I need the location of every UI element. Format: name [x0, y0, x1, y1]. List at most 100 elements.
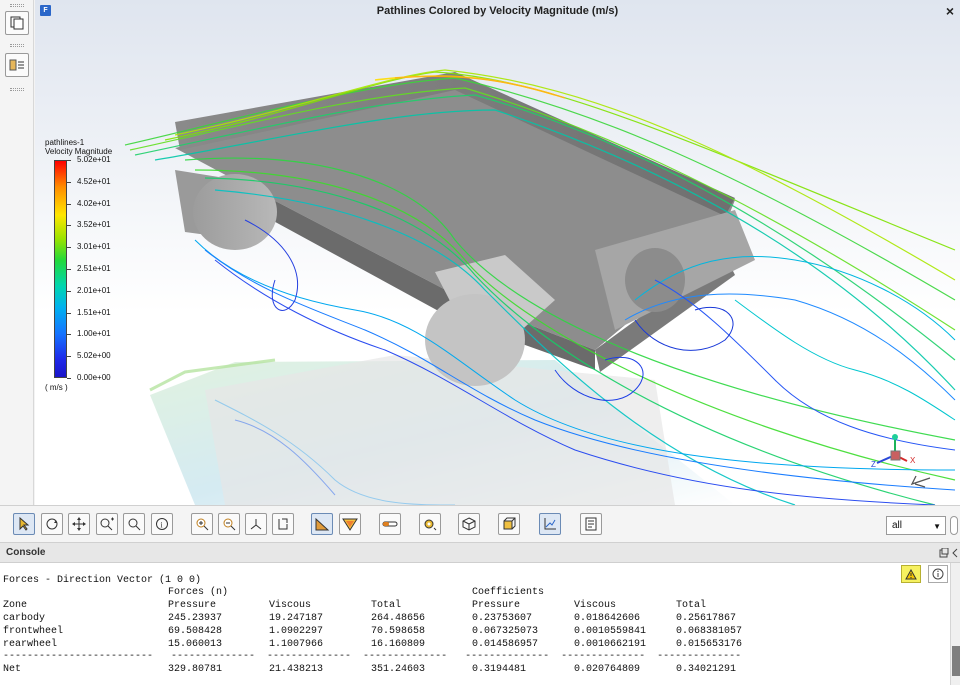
zoom-window-icon: [128, 518, 141, 531]
column-header-cell: Pressure: [168, 600, 217, 611]
legend-tick-mark: [67, 312, 71, 314]
warning-icon: [905, 568, 917, 579]
fit-zoom-in-icon: [196, 518, 209, 531]
coefficients-group-header: Coefficients: [472, 587, 545, 598]
zoom-out-button[interactable]: [218, 513, 240, 535]
view-select[interactable]: all ▼: [886, 516, 946, 535]
net-row-cell: 21.438213: [269, 664, 324, 675]
table-row-cell: 1.0902297: [269, 626, 324, 637]
box-view-icon: [462, 517, 476, 531]
console-output[interactable]: Forces - Direction Vector (1 0 0) Forces…: [0, 563, 950, 685]
undock-icon[interactable]: [939, 548, 949, 558]
legend-tick-label: 5.02e+01: [77, 155, 111, 164]
zoom-in-out-icon: [100, 517, 114, 531]
close-icon[interactable]: ×: [946, 3, 954, 19]
collapse-icon[interactable]: [951, 548, 959, 558]
probe-button[interactable]: i: [151, 513, 173, 535]
legend-tick-label: 2.51e+01: [77, 264, 111, 273]
table-row-cell: 16.160809: [371, 639, 426, 650]
table-row-cell: 69.508428: [168, 626, 223, 637]
axis-triad-icon: Z X: [871, 434, 916, 469]
table-row-cell: 70.598658: [371, 626, 426, 637]
mesh-display-icon: [315, 517, 330, 531]
warning-button[interactable]: [901, 565, 921, 583]
fit-zoom-button[interactable]: [191, 513, 213, 535]
strip-grip-3[interactable]: [10, 88, 24, 91]
orientation-icon: [278, 518, 288, 530]
window-title: Pathlines Colored by Velocity Magnitude …: [376, 5, 619, 17]
report-button[interactable]: [580, 513, 602, 535]
net-row-cell: Net: [3, 664, 22, 675]
legend-tick-label: 1.00e+01: [77, 329, 111, 339]
copy-window-button[interactable]: [5, 11, 29, 35]
column-header-cell: Total: [371, 600, 402, 611]
axes-view-button[interactable]: [245, 513, 267, 535]
cube-view-icon: [503, 517, 516, 530]
console-scroll-thumb[interactable]: [952, 646, 960, 676]
legend-tick-mark: [67, 334, 71, 336]
legend-tick-mark: [67, 247, 71, 249]
svg-text:X: X: [910, 456, 916, 465]
legend-tick-label: 5.02e+00: [77, 351, 111, 361]
table-row-cell: 0.068381057: [676, 626, 743, 637]
table-row-cell: rearwheel: [3, 639, 58, 650]
table-row-cell: 0.015653176: [676, 639, 743, 650]
column-header-cell: Zone: [3, 600, 28, 611]
rotate-button[interactable]: [41, 513, 63, 535]
layout-button[interactable]: [5, 53, 29, 77]
table-row-cell: 0.018642606: [574, 613, 641, 624]
console-heading: Forces - Direction Vector (1 0 0): [3, 575, 202, 586]
net-row-cell: 0.34021291: [676, 664, 737, 675]
legend-tick-label: 4.02e+01: [77, 198, 111, 208]
net-row-cell: 0.3194481: [472, 664, 527, 675]
table-row-cell: 0.23753607: [472, 613, 533, 624]
legend-tick-mark: [67, 160, 71, 161]
table-row-cell: frontwheel: [3, 626, 64, 637]
column-header-cell: Total: [676, 600, 707, 611]
orientation-button[interactable]: [272, 513, 294, 535]
table-row-cell: 0.067325073: [472, 626, 539, 637]
console-separator: ------------------------- --------------…: [3, 651, 742, 662]
strip-grip-2[interactable]: [10, 44, 24, 47]
zoom-out-icon: [223, 518, 236, 531]
select-button[interactable]: [13, 513, 35, 535]
toolbar-scroll-handle[interactable]: [950, 516, 958, 535]
zoom-window-button[interactable]: [123, 513, 145, 535]
zoom-in-out-button[interactable]: [96, 513, 118, 535]
legend-tick-label: 3.52e+01: [77, 220, 111, 230]
view-select-value: all: [892, 520, 903, 531]
svg-text:Z: Z: [871, 460, 876, 469]
settings-gear-icon: [424, 519, 437, 531]
legend-tick-label: 4.52e+01: [77, 176, 111, 186]
pan-icon: [72, 517, 86, 531]
pathlines-scene[interactable]: Z X: [35, 0, 960, 505]
legend-tick-mark: [67, 356, 71, 358]
legend-tick-label: 3.01e+01: [77, 242, 111, 252]
table-row-cell: 0.0010559841: [574, 626, 647, 637]
xy-plot-button[interactable]: [539, 513, 561, 535]
pan-button[interactable]: [68, 513, 90, 535]
box-view-button[interactable]: [458, 513, 480, 535]
graphics-viewport[interactable]: Z X F Pathlines Colored by Velocity Magn…: [35, 0, 960, 505]
legend-units: ( m/s ): [45, 383, 68, 392]
pathlines-icon: [382, 521, 398, 527]
table-row-cell: 15.060013: [168, 639, 223, 650]
contours-button[interactable]: [339, 513, 361, 535]
legend-tick-label: 0.00e+00: [77, 373, 111, 382]
cube-view-button[interactable]: [498, 513, 520, 535]
strip-grip[interactable]: [10, 4, 24, 7]
chevron-down-icon: ▼: [933, 522, 941, 531]
legend-tick-label: 2.01e+01: [77, 285, 111, 295]
legend-colorbar: [54, 160, 67, 378]
scene-settings-button[interactable]: [419, 513, 441, 535]
table-row-cell: 19.247187: [269, 613, 324, 624]
console-scrollbar[interactable]: [950, 563, 960, 685]
pathlines-button[interactable]: [379, 513, 401, 535]
table-row-cell: 264.48656: [371, 613, 426, 624]
mesh-display-button[interactable]: [311, 513, 333, 535]
column-header-cell: Pressure: [472, 600, 521, 611]
legend-tick-mark: [67, 290, 71, 292]
info-icon: [932, 568, 944, 580]
table-row-cell: 245.23937: [168, 613, 223, 624]
info-button[interactable]: [928, 565, 948, 583]
